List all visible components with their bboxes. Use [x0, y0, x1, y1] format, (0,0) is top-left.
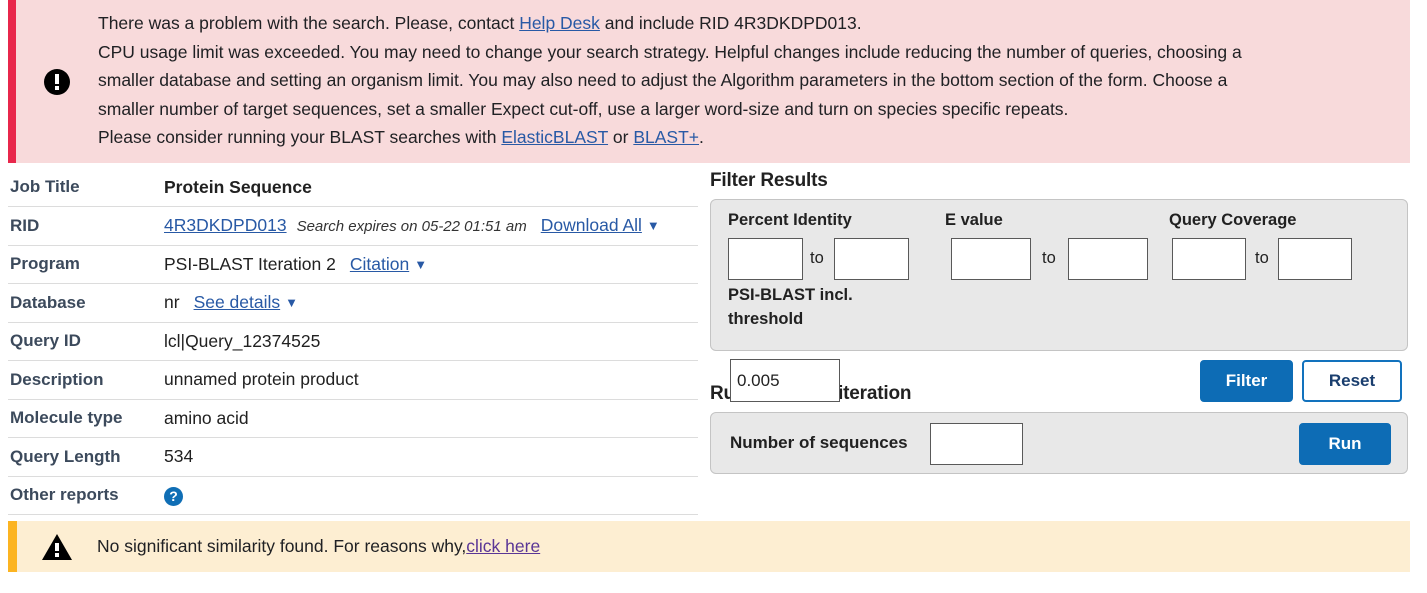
evalue-to-label: to: [1042, 249, 1056, 267]
warning-alert-accent-bar: [8, 521, 17, 572]
other-reports-value-cell: ?: [164, 476, 698, 515]
evalue-to-input[interactable]: [1068, 238, 1148, 280]
table-row-job-title: Job Title Protein Sequence: [8, 168, 698, 207]
query-id-value: lcl|Query_12374525: [164, 322, 698, 361]
table-row-molecule-type: Molecule type amino acid: [8, 399, 698, 438]
database-value-cell: nr See details ▼: [164, 283, 698, 323]
filter-results-panel: Percent Identity E value Query Coverage …: [710, 199, 1408, 351]
error-line-5-text-a: Please consider running your BLAST searc…: [98, 127, 502, 147]
table-row-other-reports: Other reports ?: [8, 476, 698, 515]
warning-triangle-icon: [42, 533, 72, 560]
query-coverage-from-input[interactable]: [1172, 238, 1246, 280]
chevron-down-icon: ▼: [646, 218, 660, 234]
table-row-query-id: Query ID lcl|Query_12374525: [8, 322, 698, 361]
database-value: nr: [164, 292, 180, 313]
program-value-cell: PSI-BLAST Iteration 2 Citation ▼: [164, 245, 698, 284]
see-details-link[interactable]: See details: [194, 292, 281, 312]
chevron-down-icon: ▼: [414, 256, 428, 272]
query-coverage-to-label: to: [1255, 249, 1269, 267]
warning-alert: No significant similarity found. For rea…: [8, 521, 1410, 572]
program-label: Program: [8, 245, 164, 284]
error-line-1: There was a problem with the search. Ple…: [98, 9, 1242, 38]
percent-identity-from-input[interactable]: [728, 238, 803, 280]
rid-label: RID: [8, 206, 164, 246]
rid-link[interactable]: 4R3DKDPD013: [164, 215, 287, 235]
query-length-label: Query Length: [8, 437, 164, 477]
elasticblast-link[interactable]: ElasticBLAST: [501, 127, 608, 147]
error-circle-icon: [44, 68, 70, 95]
job-title-value: Protein Sequence: [164, 176, 312, 197]
rid-expiry-text: Search expires on 05-22 01:51 am: [296, 218, 527, 236]
reset-button[interactable]: Reset: [1302, 360, 1402, 402]
table-row-database: Database nr See details ▼: [8, 283, 698, 323]
job-title-label: Job Title: [8, 168, 164, 207]
number-of-sequences-input[interactable]: [930, 423, 1023, 465]
error-alert: There was a problem with the search. Ple…: [8, 0, 1410, 163]
threshold-label-line1: PSI-BLAST incl.: [728, 286, 853, 304]
number-of-sequences-label: Number of sequences: [730, 433, 908, 452]
query-coverage-label: Query Coverage: [1169, 211, 1297, 229]
rid-value-cell: 4R3DKDPD013 Search expires on 05-22 01:51…: [164, 206, 698, 246]
program-value: PSI-BLAST Iteration 2: [164, 253, 336, 274]
job-title-value-cell: Protein Sequence: [164, 168, 698, 207]
error-line-4: smaller number of target sequences, set …: [98, 98, 1069, 119]
blast-plus-link[interactable]: BLAST+: [633, 127, 699, 147]
filter-results-title: Filter Results: [710, 170, 828, 191]
error-line-5: Please consider running your BLAST searc…: [98, 123, 1242, 152]
table-row-query-length: Query Length 534: [8, 437, 698, 477]
molecule-type-value: amino acid: [164, 399, 698, 438]
description-label: Description: [8, 360, 164, 400]
error-alert-message: There was a problem with the search. Ple…: [98, 0, 1242, 152]
main-content-area: Job Title Protein Sequence RID 4R3DKDPD0…: [0, 163, 1427, 515]
query-length-value: 534: [164, 437, 698, 477]
run-button[interactable]: Run: [1299, 423, 1391, 465]
warning-alert-message: No significant similarity found. For rea…: [97, 536, 540, 557]
help-circle-icon[interactable]: ?: [164, 486, 183, 506]
error-line-1-text-b: and include RID 4R3DKDPD013.: [599, 13, 862, 33]
database-label: Database: [8, 283, 164, 323]
error-line-5-text-mid: or: [608, 127, 634, 147]
filter-button[interactable]: Filter: [1200, 360, 1293, 402]
job-info-table: Job Title Protein Sequence RID 4R3DKDPD0…: [8, 168, 698, 515]
help-desk-link[interactable]: Help Desk: [519, 13, 600, 33]
description-value: unnamed protein product: [164, 360, 698, 400]
other-reports-label: Other reports: [8, 476, 164, 515]
see-details-dropdown[interactable]: See details ▼: [194, 292, 298, 312]
download-all-link[interactable]: Download All: [541, 215, 642, 235]
error-line-3: smaller database and setting an organism…: [98, 70, 1228, 90]
error-line-2: CPU usage limit was exceeded. You may ne…: [98, 41, 1242, 62]
chevron-down-icon: ▼: [285, 295, 299, 311]
threshold-input[interactable]: [730, 359, 840, 402]
molecule-type-label: Molecule type: [8, 399, 164, 438]
warning-text: No significant similarity found. For rea…: [97, 536, 467, 556]
download-all-dropdown[interactable]: Download All ▼: [541, 215, 660, 235]
evalue-label: E value: [945, 211, 1003, 229]
table-row-program: Program PSI-BLAST Iteration 2 Citation ▼: [8, 245, 698, 284]
warning-icon-container: [17, 533, 97, 560]
click-here-link[interactable]: click here: [466, 536, 540, 556]
error-alert-accent-bar: [8, 0, 16, 163]
citation-link[interactable]: Citation: [350, 254, 409, 274]
percent-identity-to-label: to: [810, 249, 824, 267]
table-row-rid: RID 4R3DKDPD013 Search expires on 05-22 0…: [8, 206, 698, 246]
run-iteration-panel: Number of sequences Run: [710, 412, 1408, 474]
error-line-5-text-b: .: [699, 127, 704, 147]
threshold-label-line2: threshold: [728, 310, 804, 328]
evalue-from-input[interactable]: [951, 238, 1031, 280]
query-coverage-to-input[interactable]: [1278, 238, 1352, 280]
query-id-label: Query ID: [8, 322, 164, 361]
percent-identity-to-input[interactable]: [834, 238, 909, 280]
table-row-description: Description unnamed protein product: [8, 360, 698, 400]
error-line-1-text-a: There was a problem with the search. Ple…: [98, 13, 520, 33]
right-column: Filter Results Percent Identity E value …: [710, 163, 1410, 474]
error-icon-container: [16, 0, 98, 163]
percent-identity-label: Percent Identity: [728, 211, 852, 229]
citation-dropdown[interactable]: Citation ▼: [350, 254, 427, 274]
